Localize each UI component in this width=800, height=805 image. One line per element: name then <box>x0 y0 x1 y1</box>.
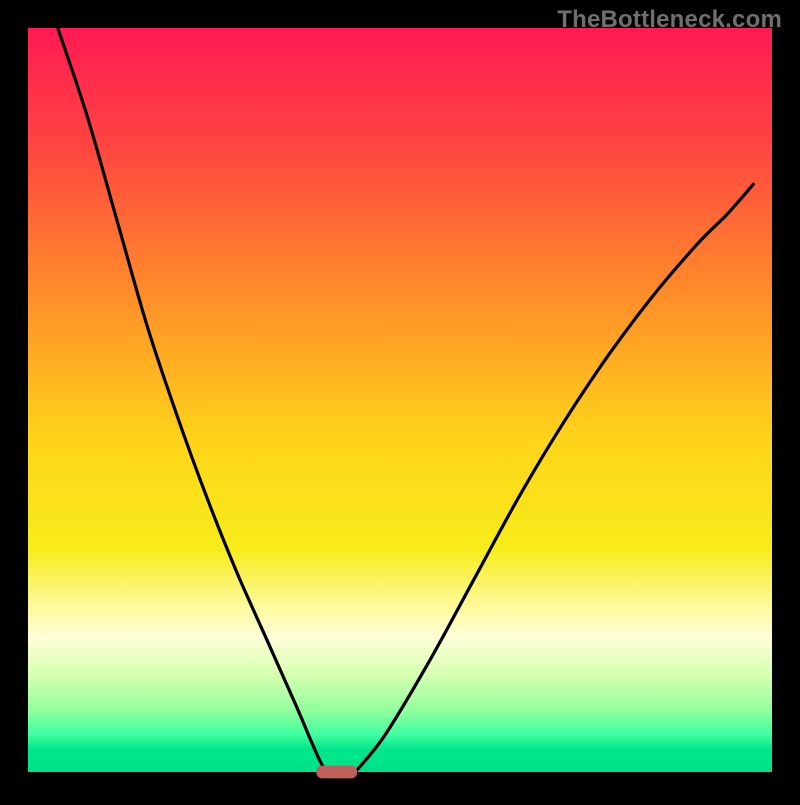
chart-frame: TheBottleneck.com <box>0 0 800 800</box>
watermark-text: TheBottleneck.com <box>557 6 782 34</box>
plot-background <box>28 28 772 772</box>
bottleneck-chart <box>0 0 800 800</box>
baseline-marker <box>316 766 357 779</box>
